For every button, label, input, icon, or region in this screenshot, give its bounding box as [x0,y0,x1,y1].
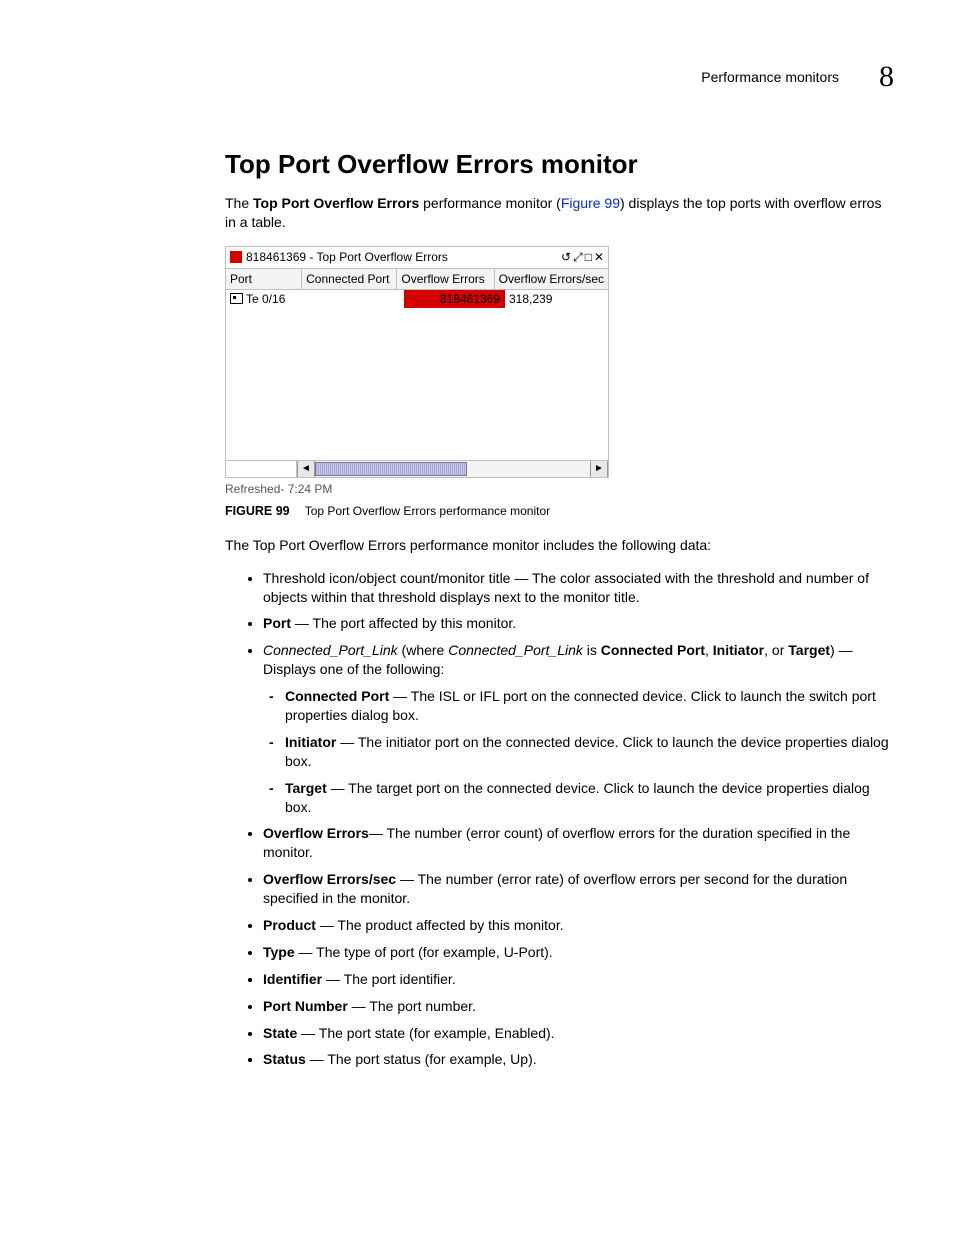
horizontal-scrollbar[interactable]: ◄ ► [226,460,608,477]
table-header-row: Port Connected Port Overflow Errors Over… [226,269,608,290]
page-header: Performance monitors 8 [225,60,894,94]
collapse-icon[interactable]: ⤢ [573,250,583,265]
list-item: State — The port state (for example, Ena… [263,1024,894,1043]
term-desc: — The port number. [348,998,476,1014]
cell-port-value: Te 0/16 [246,292,285,306]
list-item: Target — The target port on the connecte… [285,779,894,817]
figure-titlebar: 818461369 - Top Port Overflow Errors ↺ ⤢… [226,247,608,269]
list-item: Port — The port affected by this monitor… [263,614,894,633]
figure-link[interactable]: Figure 99 [561,195,620,211]
term-label: Port [263,615,291,631]
sub-bullet-list: Connected Port — The ISL or IFL port on … [263,687,894,816]
figure-caption: FIGURE 99 Top Port Overflow Errors perfo… [225,504,894,518]
page-title: Top Port Overflow Errors monitor [225,149,894,180]
column-header-connected-port[interactable]: Connected Port [302,269,397,289]
close-icon[interactable]: ✕ [594,250,604,265]
term-bold: Connected Port [601,642,705,658]
lead-paragraph: The Top Port Overflow Errors performance… [225,536,894,555]
bullet-list: Threshold icon/object count/monitor titl… [225,569,894,1070]
list-item: Port Number — The port number. [263,997,894,1016]
term-text: is [583,642,601,658]
term-label: Initiator [285,734,336,750]
term-text: , [705,642,713,658]
scroll-left-arrow-icon[interactable]: ◄ [297,461,315,477]
term-italic: Connected_Port_Link [448,642,583,658]
header-chapter-number: 8 [879,60,894,94]
term-label: State [263,1025,297,1041]
term-label: Product [263,917,316,933]
cell-connected-port [305,290,404,308]
term-bold: Initiator [713,642,764,658]
column-header-overflow-errors-sec[interactable]: Overflow Errors/sec [495,269,608,289]
scroll-spacer [226,461,297,477]
term-label: Overflow Errors/sec [263,871,396,887]
figure-caption-label: FIGURE 99 [225,504,290,518]
intro-text: performance monitor ( [419,195,561,211]
cell-overflow-errors: 818461369 [404,290,505,308]
figure-caption-text: Top Port Overflow Errors performance mon… [305,504,550,518]
term-desc: — The port identifier. [322,971,456,987]
table-body: Te 0/16 818461369 318,239 [226,290,608,460]
list-item: Type — The type of port (for example, U-… [263,943,894,962]
term-bold: Target [788,642,830,658]
port-icon [230,293,243,304]
term-desc: — The target port on the connected devic… [285,780,870,815]
term-label: Overflow Errors [263,825,369,841]
term-desc: — The type of port (for example, U-Port)… [295,944,553,960]
term-desc: — The port affected by this monitor. [291,615,516,631]
scroll-track[interactable] [315,461,590,477]
column-header-port[interactable]: Port [226,269,302,289]
figure-title-text: 818461369 - Top Port Overflow Errors [246,250,557,264]
term-label: Target [285,780,327,796]
list-item: Overflow Errors— The number (error count… [263,824,894,862]
term-desc: — The port state (for example, Enabled). [297,1025,554,1041]
term-label: Port Number [263,998,348,1014]
list-item: Product — The product affected by this m… [263,916,894,935]
term-desc: — The port status (for example, Up). [306,1051,537,1067]
column-header-overflow-errors[interactable]: Overflow Errors [397,269,494,289]
cell-port: Te 0/16 [226,290,305,308]
term-text: , or [764,642,788,658]
term-label: Type [263,944,295,960]
intro-bold: Top Port Overflow Errors [253,195,419,211]
term-label: Connected Port [285,688,389,704]
term-italic: Connected_Port_Link [263,642,398,658]
intro-paragraph: The Top Port Overflow Errors performance… [225,194,894,232]
cell-overflow-errors-sec: 318,239 [505,290,608,308]
table-row[interactable]: Te 0/16 818461369 318,239 [226,290,608,308]
list-item: Connected Port — The ISL or IFL port on … [285,687,894,725]
intro-text: The [225,195,253,211]
refresh-icon[interactable]: ↺ [561,250,571,265]
term-text: (where [398,642,449,658]
list-item: Threshold icon/object count/monitor titl… [263,569,894,607]
refreshed-timestamp: Refreshed- 7:24 PM [225,482,894,496]
term-desc: — The initiator port on the connected de… [285,734,889,769]
term-label: Identifier [263,971,322,987]
threshold-swatch-icon [230,251,242,263]
term-desc: — The product affected by this monitor. [316,917,564,933]
list-item: Identifier — The port identifier. [263,970,894,989]
list-item: Initiator — The initiator port on the co… [285,733,894,771]
list-item: Overflow Errors/sec — The number (error … [263,870,894,908]
list-item: Status — The port status (for example, U… [263,1050,894,1069]
list-item: Connected_Port_Link (where Connected_Por… [263,641,894,816]
header-section: Performance monitors [701,69,839,85]
scroll-thumb[interactable] [315,462,467,476]
figure-panel: 818461369 - Top Port Overflow Errors ↺ ⤢… [225,246,609,478]
term-label: Status [263,1051,306,1067]
maximize-icon[interactable]: □ [585,250,592,265]
scroll-right-arrow-icon[interactable]: ► [590,461,608,477]
